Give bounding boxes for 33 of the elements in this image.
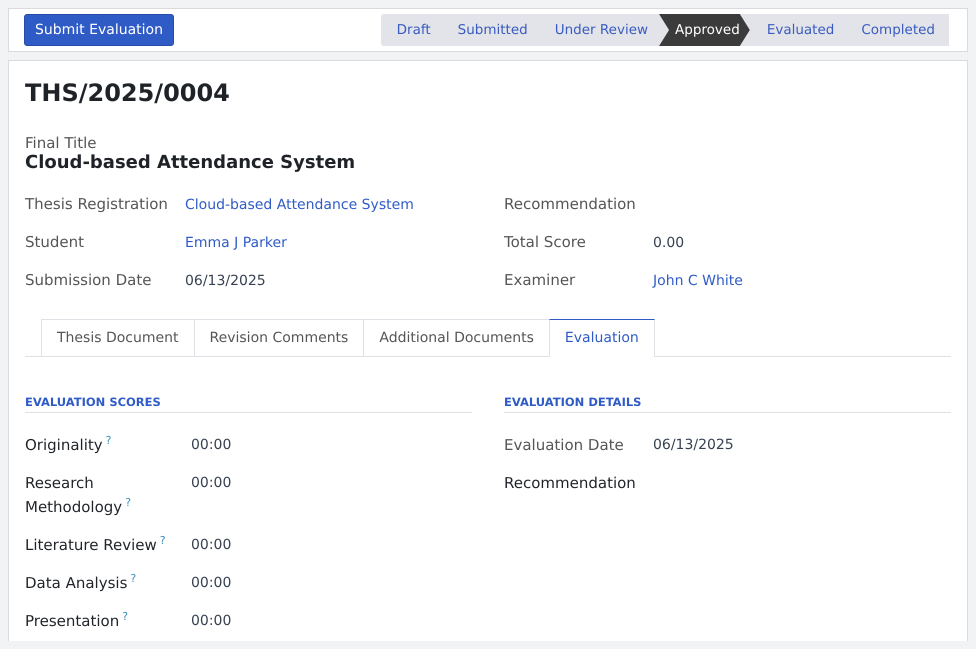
field-label: Recommendation [504,473,636,494]
notebook-tab[interactable]: Thesis Document [41,319,194,356]
field-link[interactable]: John C White [653,273,743,289]
field-label: Data Analysis $^{?}$ [25,571,138,594]
field-link[interactable]: Emma J Parker [185,235,287,251]
field-label: Thesis Registration [25,195,169,213]
field-value: 00:00 [191,436,232,455]
field-label: Final Title [25,134,98,152]
record-name: THS/2025/0004 [25,79,231,107]
section-heading: EVALUATION DETAILS [504,395,951,413]
notebook-tab[interactable]: Evaluation [548,319,655,357]
field-value: 00:00 [191,612,232,631]
field-label: Originality $^{?}$ [25,433,112,456]
field-label: Evaluation Date [504,435,625,456]
field-value: 00:00 [191,474,232,493]
field-label: Research Methodology $^{?}$ [25,473,132,518]
field-label: Recommendation [504,195,637,213]
field-label: Student [25,233,86,251]
field-label: Literature Review $^{?}$ [25,533,167,556]
field-label: Examiner [504,271,576,289]
field-value: 06/13/2025 [185,273,266,289]
submit-evaluation-button[interactable]: Submit Evaluation [24,14,174,46]
field-value: Cloud-based Attendance System [25,152,356,173]
field-value: 0.00 [653,235,684,251]
field-label: Submission Date [25,271,152,289]
field-label: Presentation $^{?}$ [25,609,130,632]
field-value: 06/13/2025 [653,436,734,455]
status-stage[interactable]: Approved [659,14,750,46]
field-value: 00:00 [191,574,232,593]
section-heading: EVALUATION SCORES [25,395,472,413]
field-label: Total Score [504,233,587,251]
field-link[interactable]: Cloud-based Attendance System [185,197,414,213]
field-value: 00:00 [191,536,232,555]
